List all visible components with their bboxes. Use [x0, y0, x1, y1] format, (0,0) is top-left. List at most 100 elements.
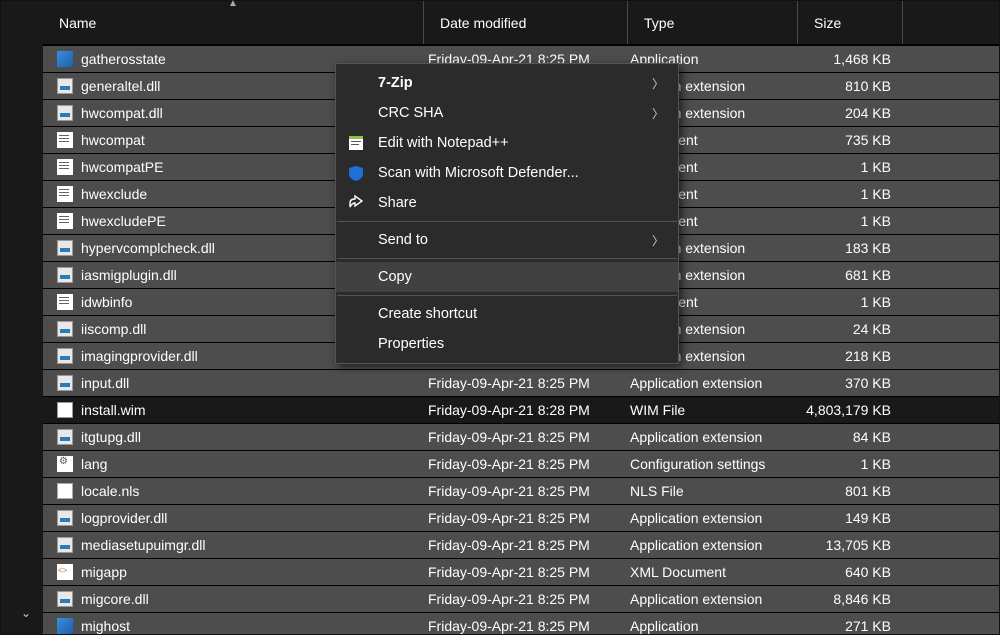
- file-row[interactable]: mighost Friday-09-Apr-21 8:25 PMApplicati…: [43, 612, 999, 634]
- chevron-down-icon[interactable]: ⌄: [21, 606, 31, 620]
- menu-send-to[interactable]: Send to 〉: [336, 225, 678, 255]
- menu-item-label: CRC SHA: [378, 105, 640, 121]
- file-size: 370 KB: [798, 375, 903, 391]
- column-header-date[interactable]: Date modified: [424, 1, 628, 44]
- menu-7zip[interactable]: 7-Zip 〉: [336, 68, 678, 98]
- share-icon: [346, 193, 366, 213]
- nls-file-icon: [57, 483, 73, 499]
- wim-file-icon: [57, 402, 73, 418]
- file-name: hwcompat.dll: [81, 105, 163, 121]
- txt-file-icon: [57, 159, 73, 175]
- file-size: 810 KB: [798, 78, 903, 94]
- column-header-label: Name: [59, 15, 96, 31]
- menu-item-label: Edit with Notepad++: [378, 135, 664, 151]
- file-name: migapp: [81, 564, 127, 580]
- file-size: 84 KB: [798, 429, 903, 445]
- file-size: 640 KB: [798, 564, 903, 580]
- file-name-cell: logprovider.dll: [43, 510, 424, 526]
- file-row[interactable]: itgtupg.dllFriday-09-Apr-21 8:25 PMAppli…: [43, 423, 999, 450]
- file-size: 8,846 KB: [798, 591, 903, 607]
- column-header-type[interactable]: Type: [628, 1, 798, 44]
- blank-icon: [346, 230, 366, 250]
- xml-file-icon: [57, 564, 73, 580]
- file-type: Application extension: [628, 591, 798, 607]
- file-type: Configuration settings: [628, 456, 798, 472]
- menu-separator: [337, 258, 677, 259]
- menu-item-label: Copy: [378, 269, 664, 285]
- file-name: migcore.dll: [81, 591, 149, 607]
- file-name: itgtupg.dll: [81, 429, 141, 445]
- file-name: mediasetupuimgr.dll: [81, 537, 206, 553]
- file-date: Friday-09-Apr-21 8:25 PM: [424, 591, 628, 607]
- file-size: 218 KB: [798, 348, 903, 364]
- file-size: 271 KB: [798, 618, 903, 634]
- column-header-size[interactable]: Size: [798, 1, 903, 44]
- file-date: Friday-09-Apr-21 8:25 PM: [424, 537, 628, 553]
- dll-file-icon: [57, 240, 73, 256]
- file-row[interactable]: install.wimFriday-09-Apr-21 8:28 PMWIM F…: [43, 396, 999, 423]
- file-name: gatherosstate: [81, 51, 166, 67]
- file-type: Application: [628, 618, 798, 634]
- column-header-label: Type: [644, 15, 674, 31]
- column-header-name[interactable]: Name ▲: [43, 1, 424, 44]
- menu-edit-notepad[interactable]: Edit with Notepad++: [336, 128, 678, 158]
- dll-file-icon: [57, 267, 73, 283]
- file-name: hypervcomplcheck.dll: [81, 240, 215, 256]
- file-size: 24 KB: [798, 321, 903, 337]
- file-row[interactable]: locale.nlsFriday-09-Apr-21 8:25 PMNLS Fi…: [43, 477, 999, 504]
- file-date: Friday-09-Apr-21 8:25 PM: [424, 456, 628, 472]
- file-date: Friday-09-Apr-21 8:28 PM: [424, 402, 628, 418]
- blank-icon: [346, 73, 366, 93]
- menu-create-shortcut[interactable]: Create shortcut: [336, 299, 678, 329]
- menu-copy[interactable]: Copy: [336, 262, 678, 292]
- file-date: Friday-09-Apr-21 8:25 PM: [424, 618, 628, 634]
- menu-share[interactable]: Share: [336, 188, 678, 218]
- dll-file-icon: [57, 78, 73, 94]
- blank-icon: [346, 267, 366, 287]
- menu-crc-sha[interactable]: CRC SHA 〉: [336, 98, 678, 128]
- file-row[interactable]: migcore.dll Friday-09-Apr-21 8:25 PMAppli…: [43, 585, 999, 612]
- file-size: 1,468 KB: [798, 51, 903, 67]
- file-name-cell: lang: [43, 456, 424, 472]
- chevron-right-icon: 〉: [652, 75, 664, 92]
- file-size: 1 KB: [798, 186, 903, 202]
- menu-properties[interactable]: Properties: [336, 329, 678, 359]
- file-date: Friday-09-Apr-21 8:25 PM: [424, 375, 628, 391]
- file-name: locale.nls: [81, 483, 139, 499]
- app-file-icon: [57, 618, 73, 634]
- file-name-cell: migapp: [43, 564, 424, 580]
- column-header-row: Name ▲ Date modified Type Size: [43, 1, 999, 45]
- file-name-cell: locale.nls: [43, 483, 424, 499]
- file-size: 1 KB: [798, 456, 903, 472]
- file-size: 1 KB: [798, 213, 903, 229]
- file-type: NLS File: [628, 483, 798, 499]
- menu-item-label: 7-Zip: [378, 75, 640, 91]
- file-size: 183 KB: [798, 240, 903, 256]
- file-name: mighost: [81, 618, 130, 634]
- chevron-right-icon: 〉: [652, 105, 664, 122]
- dll-file-icon: [57, 375, 73, 391]
- dll-file-icon: [57, 537, 73, 553]
- file-row[interactable]: logprovider.dllFriday-09-Apr-21 8:25 PMA…: [43, 504, 999, 531]
- shield-icon: [346, 163, 366, 183]
- file-name-cell: install.wim: [43, 402, 424, 418]
- dll-file-icon: [57, 321, 73, 337]
- file-name: generaltel.dll: [81, 78, 160, 94]
- file-name-cell: migcore.dll: [43, 591, 424, 607]
- file-size: 1 KB: [798, 294, 903, 310]
- file-row[interactable]: mediasetupuimgr.dll Friday-09-Apr-21 8:25…: [43, 531, 999, 558]
- file-date: Friday-09-Apr-21 8:25 PM: [424, 564, 628, 580]
- menu-scan-defender[interactable]: Scan with Microsoft Defender...: [336, 158, 678, 188]
- file-row[interactable]: lang Friday-09-Apr-21 8:25 PMConfiguratio…: [43, 450, 999, 477]
- file-row[interactable]: migappFriday-09-Apr-21 8:25 PMXML Docume…: [43, 558, 999, 585]
- txt-file-icon: [57, 294, 73, 310]
- file-name: iasmigplugin.dll: [81, 267, 177, 283]
- file-name: input.dll: [81, 375, 129, 391]
- file-name: logprovider.dll: [81, 510, 167, 526]
- file-date: Friday-09-Apr-21 8:25 PM: [424, 429, 628, 445]
- file-name: lang: [81, 456, 107, 472]
- blank-icon: [346, 304, 366, 324]
- file-name-cell: itgtupg.dll: [43, 429, 424, 445]
- dll-file-icon: [57, 429, 73, 445]
- file-row[interactable]: input.dllFriday-09-Apr-21 8:25 PMApplica…: [43, 369, 999, 396]
